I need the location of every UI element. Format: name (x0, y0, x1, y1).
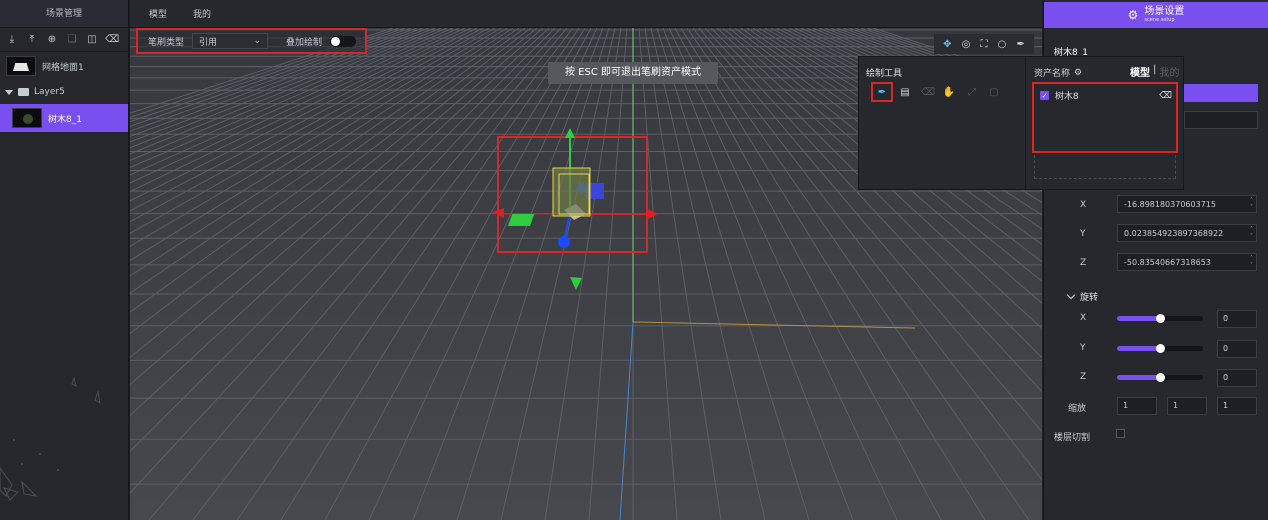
asset-name-header: 资产名称 ⚙ (1034, 66, 1082, 80)
rotate-icon[interactable]: ◎ (962, 39, 971, 50)
setup-subtitle: scene setup (1144, 17, 1175, 23)
overlay-draw-toggle[interactable] (330, 35, 357, 47)
download-icon[interactable]: ⤓ (6, 34, 18, 46)
ground-thumbnail (6, 56, 36, 76)
floor-cut-checkbox[interactable] (1116, 429, 1125, 438)
tab-separator: | (1153, 64, 1157, 75)
floor-cut-label: 楼层切割 (1054, 433, 1091, 443)
chevron-down-icon (1066, 290, 1076, 300)
asset-drop-area[interactable] (1034, 155, 1176, 179)
scene-setup-button[interactable]: ⚙ 场景设置 scene setup (1044, 2, 1268, 28)
rotation-y-label: Y (1080, 343, 1086, 353)
position-z-label: Z (1080, 258, 1087, 268)
asset-tabs: 模型 | 我的 (1130, 64, 1179, 79)
trash-icon[interactable]: ⌫ (105, 34, 119, 46)
esc-hint-banner: 按 ESC 即可退出笔刷资产模式 (548, 62, 718, 84)
position-x-label: X (1080, 200, 1087, 210)
spinner-icon[interactable]: ˄ ˅ (1250, 197, 1253, 211)
slider-fill (1117, 375, 1160, 380)
rotation-y-input[interactable]: 0 (1217, 340, 1257, 358)
rotation-y-slider[interactable] (1117, 344, 1203, 353)
position-y-value: 0.023854923897368922 (1124, 228, 1224, 238)
spinner-icon[interactable]: ˄ ˅ (1250, 226, 1253, 240)
rotation-x-slider[interactable] (1117, 314, 1203, 323)
slider-fill (1117, 346, 1160, 351)
slider-handle[interactable] (1156, 344, 1165, 353)
frame-icon[interactable]: ▢ (986, 84, 1002, 100)
scale-icon[interactable]: ⛶ (980, 39, 987, 50)
expand-arrow-icon[interactable] (5, 89, 13, 95)
tree-item-ground[interactable]: 网格地面1 (0, 52, 128, 80)
brush-settings-bar: 笔刷类型 引用 ⌄ 叠加绘制 (136, 28, 367, 54)
tree-item-tree[interactable]: 树木8_1 (0, 104, 128, 132)
spinner-icon[interactable]: ˄ ˅ (1250, 255, 1253, 269)
scene-manager-panel: 场景管理 ⤓ ⤒ ⊕ ❏ ◫ ⌫ 网格地面1 Layer5 树木8_1 (0, 0, 129, 520)
asset-tab-model[interactable]: 模型 (1130, 64, 1150, 79)
brush-type-value: 引用 (199, 37, 218, 48)
tab-model[interactable]: 模型 (149, 7, 167, 20)
overlay-draw-label: 叠加绘制 (286, 37, 323, 48)
copy-icon[interactable]: ❏ (66, 34, 78, 46)
position-y-label: Y (1080, 229, 1086, 239)
object-name-input[interactable] (1184, 111, 1258, 129)
scale-z-input[interactable]: 1 (1217, 397, 1257, 415)
paint-roller-icon[interactable]: ▤ (897, 84, 913, 100)
rotation-z-input[interactable]: 0 (1217, 369, 1257, 387)
trash-icon[interactable]: ⌫ (1159, 91, 1172, 101)
slider-fill (1117, 316, 1160, 321)
settings-icon[interactable]: ⚙ (1074, 68, 1082, 78)
slider-handle[interactable] (1156, 314, 1165, 323)
folder-label: Layer5 (34, 87, 65, 97)
rotation-z-slider[interactable] (1117, 373, 1203, 382)
asset-name-label: 资产名称 (1034, 69, 1071, 79)
hand-icon[interactable]: ✋ (941, 84, 957, 100)
brush-type-select[interactable]: 引用 ⌄ (192, 33, 269, 49)
move-icon[interactable]: ✥ (943, 39, 951, 50)
popover-divider (1025, 56, 1026, 190)
rotation-label: 旋转 (1080, 293, 1099, 303)
draw-tools-title: 绘制工具 (866, 69, 903, 79)
folder-icon (18, 88, 29, 96)
top-tab-bar: 模型 我的 (130, 0, 1042, 28)
position-z-input[interactable]: -50.83540667318653 ˄ ˅ (1117, 253, 1257, 271)
property-tab-active[interactable] (1184, 84, 1258, 102)
brush-icon[interactable]: ✒ (1016, 39, 1024, 50)
scale-label: 缩放 (1068, 404, 1087, 414)
position-z-value: -50.83540667318653 (1124, 257, 1211, 267)
rotation-z-label: Z (1080, 372, 1087, 382)
target-icon[interactable]: ⊕ (46, 34, 58, 46)
setup-title: 场景设置 (1144, 6, 1185, 17)
upload-icon[interactable]: ⤒ (26, 34, 38, 46)
chevron-down-icon: ⌄ (253, 36, 262, 46)
scene-manager-title: 场景管理 (0, 0, 128, 28)
rotation-x-input[interactable]: 0 (1217, 310, 1257, 328)
tree-folder-layer5[interactable]: Layer5 (0, 80, 128, 104)
decorative-scatter (0, 376, 101, 501)
rotation-x-label: X (1080, 313, 1087, 323)
position-x-input[interactable]: -16.898180370603715 ˄ ˅ (1117, 195, 1257, 213)
position-y-input[interactable]: 0.023854923897368922 ˄ ˅ (1117, 224, 1257, 242)
gear-icon: ⚙ (1127, 8, 1139, 22)
tree-thumbnail (12, 108, 42, 128)
circle-icon[interactable]: ○ (998, 39, 1007, 50)
asset-item-label: 树木8 (1055, 92, 1079, 102)
tree-item-label: 树木8_1 (48, 114, 82, 125)
tree-item-label: 网格地面1 (42, 62, 84, 73)
scene-toolbar: ⤓ ⤒ ⊕ ❏ ◫ ⌫ (0, 28, 128, 52)
rotation-section-header[interactable]: 旋转 (1066, 290, 1099, 303)
brush-tool-button[interactable]: ✒ (871, 82, 893, 102)
scale-x-input[interactable]: 1 (1117, 397, 1157, 415)
slider-handle[interactable] (1156, 373, 1165, 382)
position-x-value: -16.898180370603715 (1124, 199, 1216, 209)
eraser-icon[interactable]: ⌫ (920, 84, 936, 100)
transform-toolbar: ✥ ◎ ⛶ ○ ✒ (934, 34, 1034, 54)
checkbox-checked-icon[interactable]: ✓ (1040, 91, 1049, 100)
scale-y-input[interactable]: 1 (1167, 397, 1207, 415)
brush-type-label: 笔刷类型 (148, 37, 185, 48)
lock-icon[interactable]: ◫ (86, 34, 98, 46)
asset-list-item[interactable]: ✓ 树木8 ⌫ (1040, 89, 1172, 102)
asset-tab-mine[interactable]: 我的 (1159, 64, 1179, 79)
tab-mine[interactable]: 我的 (193, 7, 211, 20)
expand-icon[interactable]: ⤢ (964, 84, 980, 100)
